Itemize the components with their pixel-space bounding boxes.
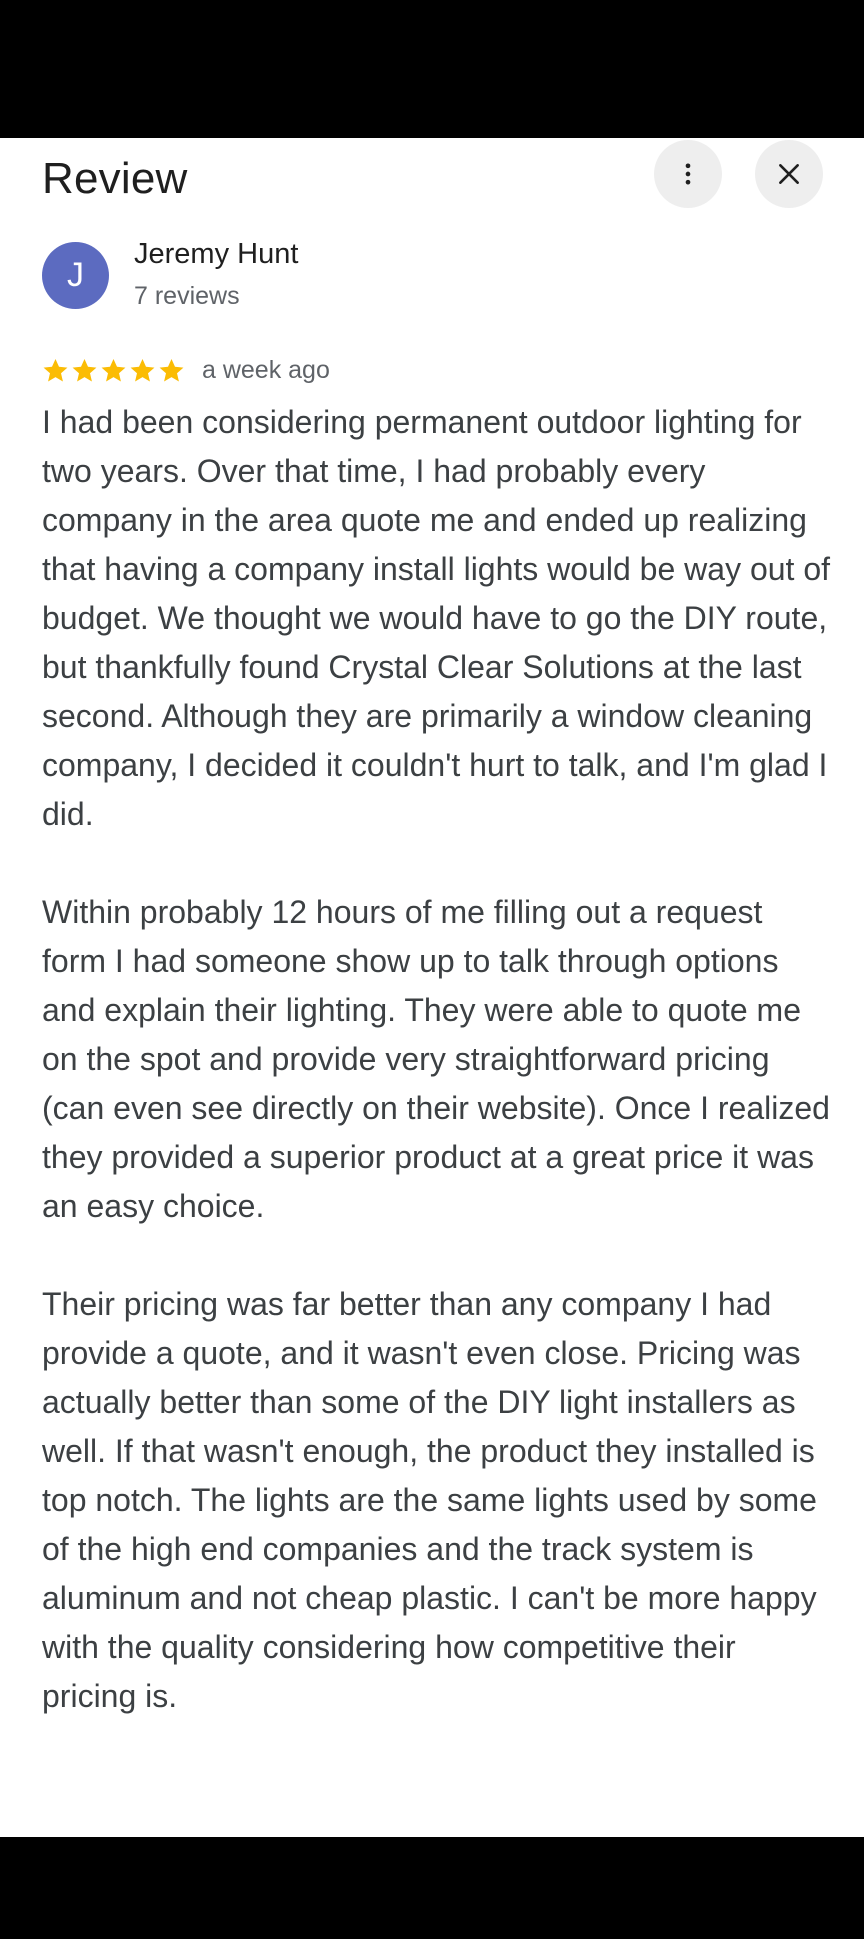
review-paragraph: I had been considering permanent outdoor… xyxy=(42,404,831,832)
review-paragraph: Within probably 12 hours of me filling o… xyxy=(42,894,830,1224)
navigation-bar xyxy=(0,1837,864,1939)
star-icon xyxy=(43,358,68,382)
page-title: Review xyxy=(42,154,188,203)
review-body: I had been considering permanent outdoor… xyxy=(42,398,832,1770)
author-review-count: 7 reviews xyxy=(134,282,240,310)
rating-row: a week ago xyxy=(42,352,330,388)
star-icon xyxy=(101,358,126,382)
star-icon xyxy=(72,358,97,382)
author-name[interactable]: Jeremy Hunt xyxy=(134,238,298,271)
avatar[interactable]: J xyxy=(42,242,109,309)
review-date: a week ago xyxy=(202,355,330,384)
more-vert-icon xyxy=(685,163,691,185)
star-rating xyxy=(42,357,185,384)
more-options-button[interactable] xyxy=(654,140,722,208)
close-button[interactable] xyxy=(755,140,823,208)
review-sheet: Review J Jeremy Hunt 7 reviews a week ag… xyxy=(0,138,864,1837)
status-bar xyxy=(0,0,864,138)
star-icon xyxy=(159,358,184,382)
review-paragraph: Their pricing was far better than any co… xyxy=(42,1286,817,1714)
close-icon xyxy=(779,164,799,184)
star-icon xyxy=(130,358,155,382)
avatar-initial: J xyxy=(67,256,84,294)
